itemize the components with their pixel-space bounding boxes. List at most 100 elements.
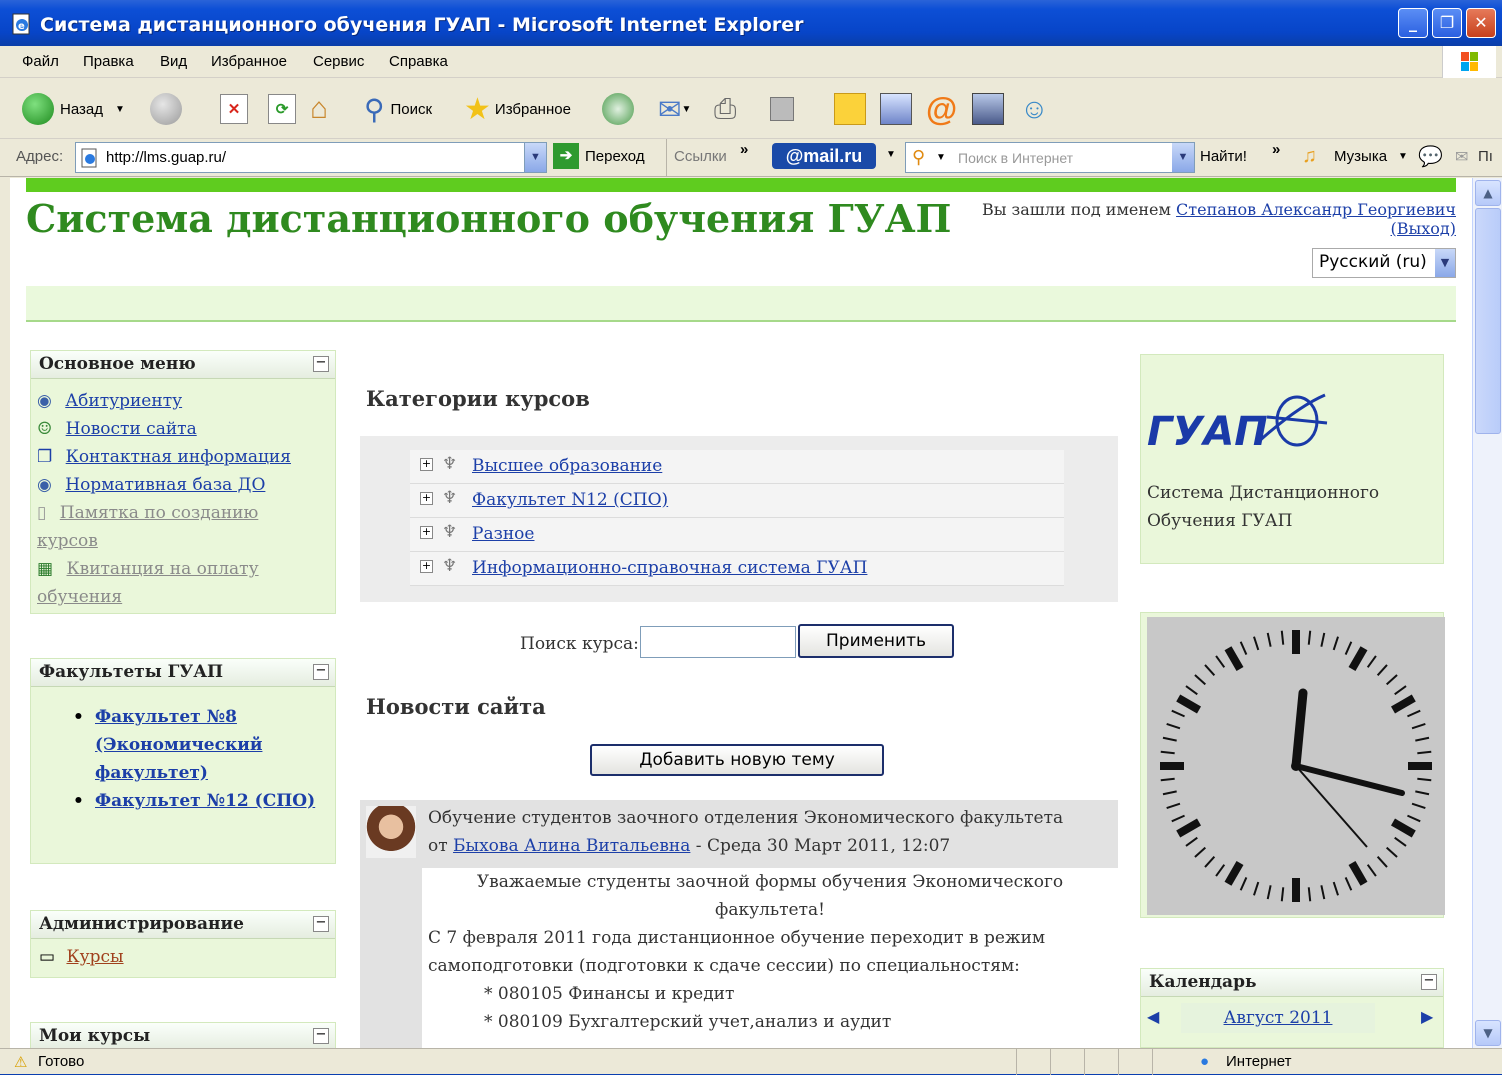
menu-file[interactable]: Файл (22, 53, 59, 70)
course-search-input[interactable] (640, 626, 796, 658)
mail-small-icon[interactable]: ✉ (1455, 147, 1468, 167)
search-button[interactable]: ⚲ Поиск (364, 91, 432, 127)
maximize-button[interactable]: ❐ (1432, 8, 1462, 38)
research-button[interactable] (972, 91, 1004, 127)
category-row[interactable]: + ♆ Информационно-справочная система ГУА… (410, 552, 1064, 586)
category-row[interactable]: + ♆ Высшее образование (410, 450, 1064, 484)
go-button[interactable]: ➔ Переход (553, 143, 645, 169)
search-icon: ⚲ (364, 93, 385, 125)
menu-item-normative[interactable]: ◉ Нормативная база ДО (37, 471, 265, 499)
add-topic-button[interactable]: Добавить новую тему (590, 744, 884, 776)
contacts-button[interactable]: ☺ (1020, 91, 1049, 127)
expand-icon[interactable]: + (420, 560, 433, 573)
research-icon (972, 93, 1004, 125)
vertical-scrollbar[interactable]: ▲ ▼ (1472, 178, 1502, 1048)
menu-bar: Файл Правка Вид Избранное Сервис Справка (0, 46, 1502, 78)
chevron-icon[interactable]: » (740, 141, 748, 158)
admin-courses[interactable]: ▭ Курсы (39, 943, 124, 971)
menu-item-contacts[interactable]: ❐ Контактная информация (37, 443, 291, 471)
expand-icon[interactable]: + (420, 492, 433, 505)
forward-button[interactable] (150, 91, 182, 127)
collapse-icon[interactable]: − (313, 356, 329, 372)
globe-icon: ◉ (37, 475, 52, 495)
print-button[interactable]: ⎙ (714, 91, 736, 127)
next-month-icon[interactable]: ▶ (1421, 1007, 1433, 1026)
back-button[interactable]: Назад ▼ (22, 91, 125, 127)
refresh-button[interactable]: ⟳ (268, 91, 296, 127)
edit-button[interactable] (770, 91, 794, 127)
menu-item-applicant[interactable]: ◉ Абитуриенту (37, 387, 182, 415)
chat-icon[interactable]: 💬 (1418, 144, 1443, 169)
menu-item-receipt-cont[interactable]: обучения (37, 583, 122, 611)
web-search-input[interactable]: ⚲ ▼ Поиск в Интернет ▼ (905, 142, 1195, 173)
trophy-icon: ♆ (442, 488, 458, 508)
search-dropdown-icon[interactable]: ▼ (1172, 143, 1194, 172)
prev-month-icon[interactable]: ◀ (1147, 1007, 1159, 1026)
post-meta: от Быхова Алина Витальевна - Среда 30 Ма… (428, 836, 951, 856)
my-courses-block: Мои курсы − (30, 1022, 336, 1048)
dropdown-arrow-icon: ▼ (114, 103, 125, 115)
post-subject: Обучение студентов заочного отделения Эк… (428, 808, 1064, 828)
music-button[interactable]: Музыка (1334, 148, 1387, 165)
minimize-button[interactable]: _ (1398, 8, 1428, 38)
stop-button[interactable]: ✕ (220, 91, 248, 127)
mailru-dropdown-icon[interactable]: ▼ (886, 149, 896, 160)
menu-item-news[interactable]: ☺ Новости сайта (37, 415, 197, 443)
nav-strip (26, 286, 1456, 322)
address-label: Адрес: (16, 148, 64, 165)
menu-item-memo[interactable]: ▯ Памятка по созданию (37, 499, 258, 527)
chevron-icon-2[interactable]: » (1272, 141, 1280, 158)
windows-logo-icon (1442, 46, 1496, 78)
menu-item-memo-cont[interactable]: курсов (37, 527, 98, 555)
collapse-icon[interactable]: − (313, 916, 329, 932)
analog-clock (1147, 617, 1445, 915)
admin-title: Администрирование − (31, 911, 335, 939)
scroll-thumb[interactable] (1475, 208, 1501, 434)
address-input[interactable]: http://lms.guap.ru/ ▼ (75, 142, 547, 173)
apply-button[interactable]: Применить (798, 624, 954, 658)
email-at-button[interactable]: @ (926, 91, 957, 127)
admin-block: Администрирование − ▭ Курсы (30, 910, 336, 978)
expand-icon[interactable]: + (420, 526, 433, 539)
messenger-button[interactable] (880, 91, 912, 127)
menu-help[interactable]: Справка (389, 53, 448, 70)
home-button[interactable]: ⌂ (310, 91, 328, 127)
svg-text:e: e (18, 21, 25, 32)
expand-icon[interactable]: + (420, 458, 433, 471)
star-icon: ★ (464, 92, 491, 126)
mail-button[interactable]: ✉ ▼ (658, 91, 691, 127)
menu-tools[interactable]: Сервис (313, 53, 364, 70)
author-link[interactable]: Быхова Алина Витальевна (453, 836, 690, 856)
close-button[interactable]: ✕ (1466, 8, 1496, 38)
back-arrow-icon (22, 93, 54, 125)
menu-item-receipt[interactable]: ▦ Квитанция на оплату (37, 555, 259, 583)
language-select[interactable]: Русский (ru) ▼ (1312, 248, 1456, 278)
people-icon: ☺ (1020, 93, 1049, 124)
user-link[interactable]: Степанов Александр Георгиевич (1176, 200, 1456, 219)
guap-logo: ГУАП (1147, 387, 1331, 461)
category-row[interactable]: + ♆ Разное (410, 518, 1064, 552)
notes-button[interactable] (834, 91, 866, 127)
collapse-icon[interactable]: − (313, 1028, 329, 1044)
login-info: Вы зашли под именем Степанов Александр Г… (981, 200, 1456, 238)
course-search-label: Поиск курса: (520, 634, 639, 654)
language-dropdown-icon: ▼ (1435, 249, 1455, 277)
collapse-icon[interactable]: − (313, 664, 329, 680)
scroll-up-icon[interactable]: ▲ (1475, 180, 1501, 206)
collapse-icon[interactable]: − (1421, 974, 1437, 990)
clock-block (1140, 612, 1445, 918)
menu-view[interactable]: Вид (160, 53, 187, 70)
logout-link[interactable]: (Выход) (1391, 219, 1456, 238)
avatar[interactable] (366, 806, 416, 858)
category-row[interactable]: + ♆ Факультет N12 (СПО) (410, 484, 1064, 518)
main-menu-title: Основное меню − (31, 351, 335, 379)
find-button[interactable]: Найти! (1200, 148, 1247, 165)
menu-edit[interactable]: Правка (83, 53, 134, 70)
address-dropdown-icon[interactable]: ▼ (524, 143, 546, 172)
mailru-button[interactable]: @mail.ru (772, 143, 876, 169)
favorites-button[interactable]: ★ Избранное (464, 91, 571, 127)
scroll-down-icon[interactable]: ▼ (1475, 1020, 1501, 1046)
menu-favorites[interactable]: Избранное (211, 53, 287, 70)
links-label[interactable]: Ссылки (674, 148, 727, 165)
history-button[interactable] (602, 91, 634, 127)
